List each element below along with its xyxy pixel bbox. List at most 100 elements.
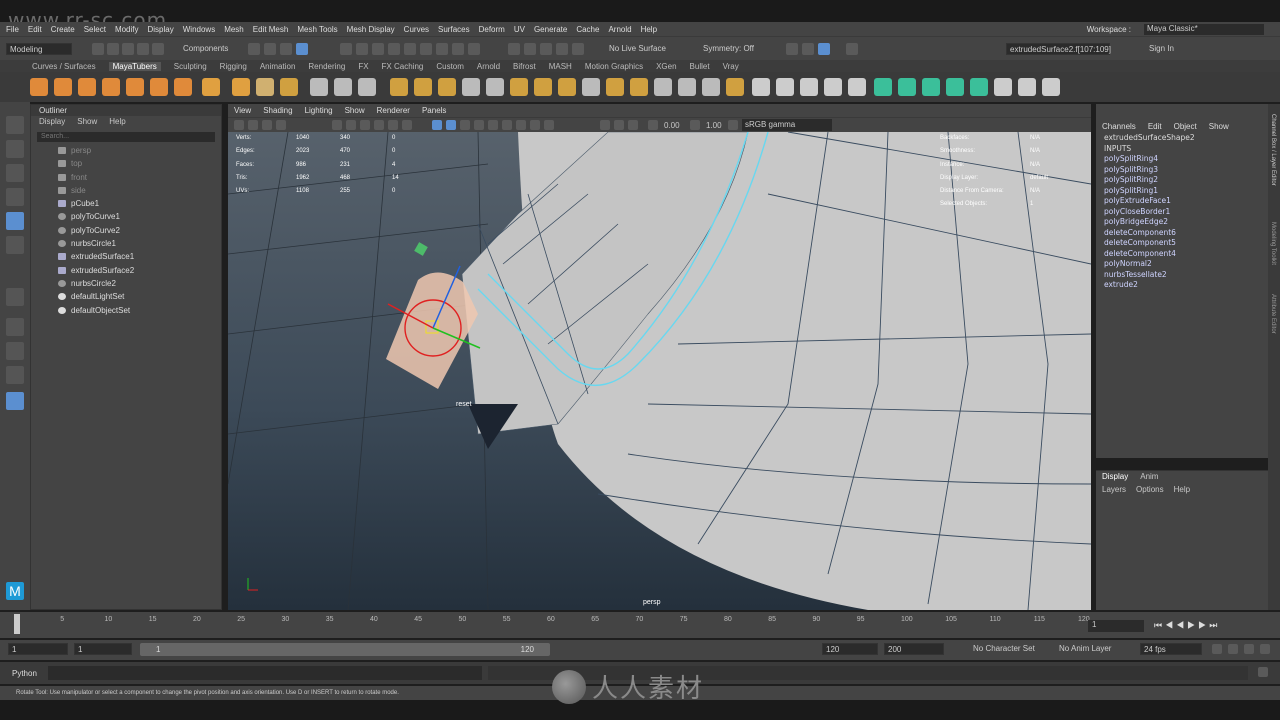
multi-cut-icon[interactable] (582, 78, 600, 96)
menu-create[interactable]: Create (51, 25, 75, 34)
menu-windows[interactable]: Windows (183, 25, 215, 34)
xray-icon[interactable] (614, 120, 624, 130)
loop-icon[interactable] (1212, 644, 1222, 654)
shelf-tab-vray[interactable]: Vray (723, 62, 739, 71)
shelf-tab-arnold[interactable]: Arnold (477, 62, 500, 71)
image-plane-icon[interactable] (276, 120, 286, 130)
insert-loop-icon[interactable] (678, 78, 696, 96)
extract-icon[interactable] (486, 78, 504, 96)
outliner-item-pcube1[interactable]: pCube1 (31, 197, 221, 210)
selection-input-field[interactable]: extrudedSurface2.f[107:109] (1006, 43, 1111, 55)
lights-icon[interactable] (502, 120, 512, 130)
input-node[interactable]: polySplitRing1 (1096, 186, 1268, 197)
menu-mesh-display[interactable]: Mesh Display (347, 25, 395, 34)
separate-icon[interactable] (334, 78, 352, 96)
slide-edge-icon[interactable] (752, 78, 770, 96)
film-gate-icon[interactable] (346, 120, 356, 130)
outliner-item-defaultobjectset[interactable]: defaultObjectSet (31, 304, 221, 317)
input-node[interactable]: polyCloseBorder1 (1096, 207, 1268, 218)
input-node[interactable]: polySplitRing3 (1096, 165, 1268, 176)
input-node[interactable]: polyBridgeEdge2 (1096, 217, 1268, 228)
tab-modeling-toolkit[interactable]: Modeling Toolkit (1270, 222, 1276, 265)
toggle-channel-box-icon[interactable] (818, 43, 830, 55)
auto-key-icon[interactable] (1228, 644, 1238, 654)
shelf-tab-xgen[interactable]: XGen (656, 62, 676, 71)
move-tool-icon[interactable] (6, 188, 24, 206)
offset-loop-icon[interactable] (702, 78, 720, 96)
color-management-icon[interactable] (728, 120, 738, 130)
menu-uv[interactable]: UV (514, 25, 525, 34)
ambient-occlusion-icon[interactable] (530, 120, 540, 130)
ipr-render-icon[interactable] (524, 43, 536, 55)
boolean-difference-icon[interactable] (414, 78, 432, 96)
shadows-icon[interactable] (516, 120, 526, 130)
layout-persp-outliner-icon[interactable] (6, 392, 24, 410)
shelf-tab-custom[interactable]: Custom (436, 62, 464, 71)
layer-menu-help[interactable]: Help (1174, 483, 1190, 496)
current-time-indicator[interactable] (14, 614, 20, 634)
combine-icon[interactable] (310, 78, 328, 96)
cut-uv-icon[interactable] (1042, 78, 1060, 96)
outliner-item-side[interactable]: side (31, 184, 221, 197)
quad-draw-icon[interactable] (654, 78, 672, 96)
layer-tab-anim[interactable]: Anim (1140, 471, 1158, 483)
viewport-menu-lighting[interactable]: Lighting (305, 106, 333, 115)
menu-set-dropdown[interactable]: Modeling (6, 43, 72, 55)
outliner-menu-show[interactable]: Show (77, 116, 97, 128)
script-editor-icon[interactable] (1258, 667, 1268, 677)
outliner-item-polytocurve1[interactable]: polyToCurve1 (31, 210, 221, 223)
input-node[interactable]: polyNormal2 (1096, 259, 1268, 270)
input-node[interactable]: polySplitRing4 (1096, 154, 1268, 165)
viewport-persp[interactable]: View Shading Lighting Show Renderer Pane… (228, 104, 1091, 610)
channel-menu-show[interactable]: Show (1209, 120, 1229, 133)
viewport-menu-renderer[interactable]: Renderer (377, 106, 410, 115)
current-frame-field[interactable]: 1 (1088, 620, 1144, 632)
menu-cache[interactable]: Cache (576, 25, 599, 34)
menu-display[interactable]: Display (148, 25, 174, 34)
sound-icon[interactable] (1244, 644, 1254, 654)
lock-icon[interactable] (436, 43, 448, 55)
cylindrical-map-icon[interactable] (922, 78, 940, 96)
viewport-menu-show[interactable]: Show (345, 106, 365, 115)
anim-end-field[interactable]: 200 (884, 643, 944, 655)
redo-icon[interactable] (152, 43, 164, 55)
freeze-transform-icon[interactable] (800, 78, 818, 96)
channel-menu-edit[interactable]: Edit (1148, 120, 1162, 133)
snap-curve-icon[interactable] (356, 43, 368, 55)
wireframe-icon[interactable] (432, 120, 442, 130)
render-view-icon[interactable] (540, 43, 552, 55)
menu-arnold[interactable]: Arnold (608, 25, 631, 34)
exposure-icon[interactable] (648, 120, 658, 130)
shape-node-label[interactable]: extrudedSurfaceShape2 (1096, 133, 1268, 144)
snap-grid-icon[interactable] (340, 43, 352, 55)
playback-end-field[interactable]: 120 (822, 643, 878, 655)
viewport-menu-shading[interactable]: Shading (263, 106, 292, 115)
shelf-tab-rigging[interactable]: Rigging (220, 62, 247, 71)
shelf-tab-fx[interactable]: FX (358, 62, 368, 71)
menu-mesh[interactable]: Mesh (224, 25, 244, 34)
menu-curves[interactable]: Curves (404, 25, 429, 34)
input-node[interactable]: nurbsTessellate2 (1096, 270, 1268, 281)
gamma-field[interactable]: 1.00 (706, 121, 722, 130)
menu-surfaces[interactable]: Surfaces (438, 25, 470, 34)
snap-together-icon[interactable] (1018, 78, 1036, 96)
shelf-tab-curves-surfaces[interactable]: Curves / Surfaces (32, 62, 96, 71)
layout-outliner-icon[interactable] (6, 366, 24, 384)
snap-view-plane-icon[interactable] (388, 43, 400, 55)
camera-attributes-icon[interactable] (248, 120, 258, 130)
input-node[interactable]: polySplitRing2 (1096, 175, 1268, 186)
boolean-intersection-icon[interactable] (438, 78, 456, 96)
bookmark-icon[interactable] (262, 120, 272, 130)
render-region-icon[interactable] (572, 43, 584, 55)
save-scene-icon[interactable] (122, 43, 134, 55)
viewport-menu-view[interactable]: View (234, 106, 251, 115)
shelf-tab-bullet[interactable]: Bullet (690, 62, 710, 71)
playback-controls[interactable]: ⏮◀◀▶▶⏭ (1154, 620, 1264, 632)
outliner-item-defaultlightset[interactable]: defaultLightSet (31, 290, 221, 303)
four-view-icon[interactable] (6, 318, 24, 336)
lasso-tool-icon[interactable] (6, 140, 24, 158)
shelf-tab-rendering[interactable]: Rendering (308, 62, 345, 71)
poly-cone-icon[interactable] (102, 78, 120, 96)
single-view-icon[interactable] (6, 288, 24, 306)
playback-start-field[interactable]: 1 (74, 643, 132, 655)
